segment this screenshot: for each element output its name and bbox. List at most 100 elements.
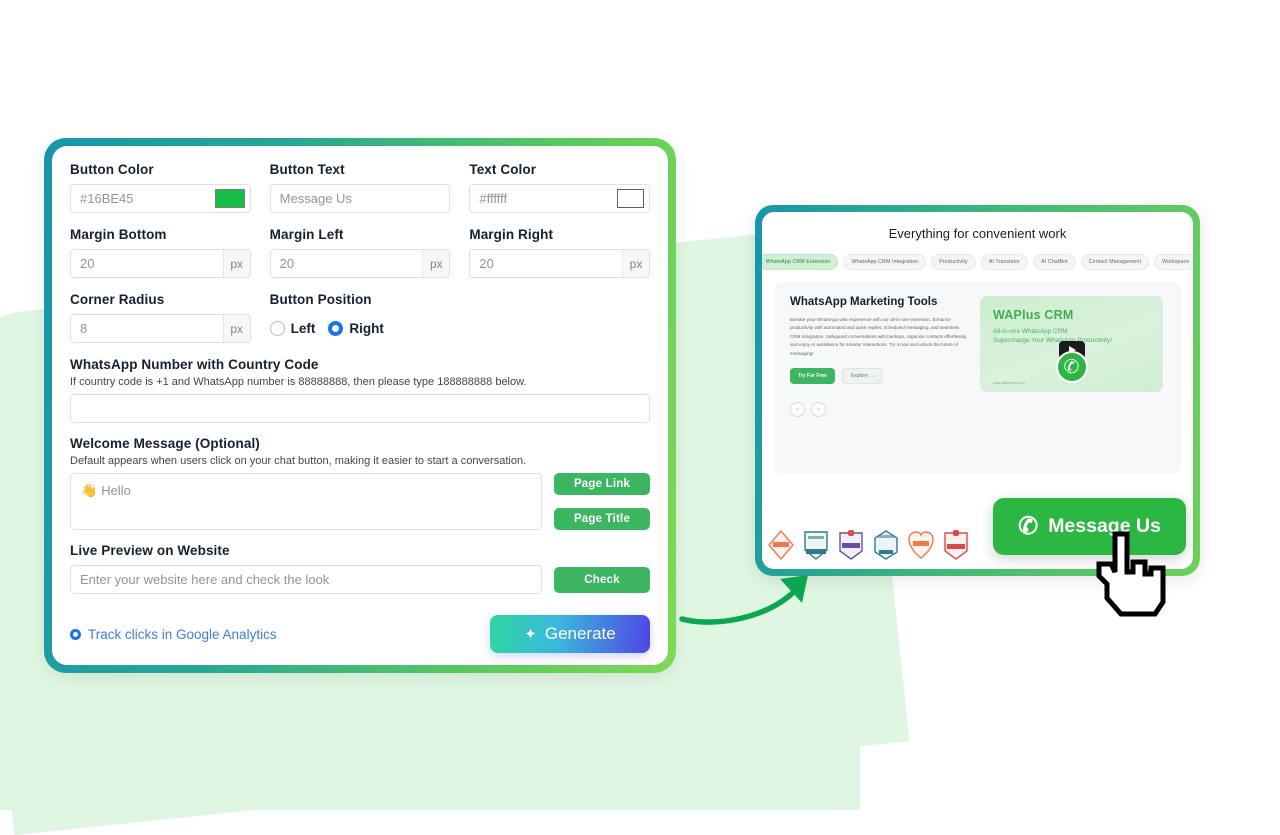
page-title-button[interactable]: Page Title [554,508,650,530]
high-performer-badge-icon [768,529,794,561]
margin-bottom-unit: px [222,250,250,277]
promo-footer-text: www.wapluscrm.com [993,381,1025,385]
whatsapp-icon: ✆ [1018,512,1039,540]
preview-carousel-controls: ‹ › [790,402,1165,417]
preview-hero-buttons: Try For Free Explore → [790,368,968,385]
button-text-input[interactable]: Message Us [269,184,451,213]
margin-right-value: 20 [479,256,494,271]
preview-tab-ai-translator[interactable]: AI Translator [980,254,1029,270]
welcome-message-hint: Default appears when users click on your… [70,455,527,467]
preview-tab-workspace[interactable]: Workspace [1154,254,1193,270]
welcome-message-textarea[interactable]: 👋 Hello [70,473,542,530]
text-color-label: Text Color [469,162,537,177]
preview-tab-whatsapp-crm-extension[interactable]: WhatsApp CRM Extension [762,254,839,270]
high-performer-fall-badge-icon [943,530,969,560]
preview-hero-heading: WhatsApp Marketing Tools [790,296,938,308]
button-position-label: Button Position [269,292,372,307]
field-margin-right: Margin Right 20 px [469,227,651,278]
welcome-message-row: 👋 Hello Page Link Page Title [70,473,650,530]
margin-bottom-value: 20 [80,256,95,271]
text-color-input[interactable]: #ffffff [469,184,651,213]
preview-hero-paragraph: Elevate your WhatsApp web experience wit… [790,317,968,356]
field-live-preview: Live Preview on Website Enter your websi… [70,543,650,594]
corner-radius-label: Corner Radius [70,292,165,307]
preview-award-badges [766,529,969,561]
config-row-colors: Button Color #16BE45 Button Text Message… [70,162,651,213]
sparkles-icon: ✦ [524,625,537,643]
config-row-radius-position: Corner Radius 8 px Button Position Left … [70,292,650,343]
margin-bottom-label: Margin Bottom [70,227,167,242]
field-corner-radius: Corner Radius 8 px [70,292,251,343]
check-button[interactable]: Check [554,566,650,593]
try-for-free-button[interactable]: Try For Free [790,368,835,385]
welcome-message-value: Hello [101,483,131,498]
button-text-placeholder: Message Us [279,191,352,206]
config-row-margins: Margin Bottom 20 px Margin Left 20 px Ma… [70,227,651,278]
preview-hero-inner: WhatsApp Marketing Tools Elevate your Wh… [790,296,1165,392]
whatsapp-number-hint: If country code is +1 and WhatsApp numbe… [70,376,527,388]
radio-option-left[interactable]: Left [269,321,316,336]
field-margin-bottom: Margin Bottom 20 px [70,227,251,278]
preview-promo-video-card[interactable]: WAPlus CRM All-in-one WhatsApp CRM Super… [980,296,1163,392]
explore-button[interactable]: Explore → [841,368,884,385]
button-color-input[interactable]: #16BE45 [70,184,251,213]
page-link-button[interactable]: Page Link [554,473,650,495]
promo-title: WAPlus CRM [993,308,1074,322]
corner-radius-input[interactable]: 8 px [70,314,251,343]
corner-radius-unit: px [222,315,250,342]
whatsapp-logo-icon: ✆ [1055,351,1088,383]
preview-tab-whatsapp-crm-integration[interactable]: WhatsApp CRM Integration [843,254,927,270]
margin-left-label: Margin Left [269,227,344,242]
config-row3-spacer [469,292,650,343]
whatsapp-number-input[interactable] [70,394,650,423]
radio-circle-left-icon [269,321,285,336]
pointing-hand-cursor [1087,528,1169,625]
welcome-message-side-buttons: Page Link Page Title [554,473,650,530]
top-performer-badge-icon [803,530,829,560]
preview-tab-contact-management[interactable]: Contact Management [1080,254,1150,270]
generate-button[interactable]: ✦ Generate [490,615,650,653]
color-swatch-white-icon[interactable] [617,189,645,208]
configurator-footer: Track clicks in Google Analytics ✦ Gener… [70,615,650,653]
button-color-label: Button Color [70,162,154,177]
welcome-message-label: Welcome Message (Optional) [70,436,260,451]
preview-tabs: WhatsApp CRM Extension WhatsApp CRM Inte… [762,254,1193,270]
whatsapp-number-label: WhatsApp Number with Country Code [70,357,319,372]
field-welcome-message: Welcome Message (Optional) Default appea… [70,436,650,530]
margin-right-unit: px [622,250,650,277]
preview-tab-ai-chatbot[interactable]: AI ChatBot [1033,254,1076,270]
button-color-value: #16BE45 [80,191,134,206]
track-clicks-radio-icon [70,628,81,640]
button-position-radio-group: Left Right [269,314,451,343]
field-button-position: Button Position Left Right [269,292,451,343]
generate-button-label: Generate [544,624,616,643]
preview-site-title: Everything for convenient work [888,226,1067,241]
best-est-roi-badge-icon [838,530,864,560]
radio-option-right[interactable]: Right [328,321,384,336]
margin-right-label: Margin Right [469,227,554,242]
margin-left-value: 20 [279,256,295,271]
track-clicks-label: Track clicks in Google Analytics [88,626,277,642]
margin-left-unit: px [422,250,450,277]
users-love-us-badge-icon [873,530,899,560]
margin-bottom-input[interactable]: 20 px [70,249,251,278]
field-button-color: Button Color #16BE45 [70,162,251,213]
preview-hero-text-column: WhatsApp Marketing Tools Elevate your Wh… [790,296,968,392]
margin-left-input[interactable]: 20 px [269,249,451,278]
preview-tab-productivity[interactable]: Productivity [931,254,976,270]
color-swatch-green-icon[interactable] [214,189,245,208]
text-color-value: #ffffff [479,191,508,206]
wave-emoji-icon: 👋 [81,483,98,498]
radio-label-left: Left [290,321,316,336]
track-clicks-option[interactable]: Track clicks in Google Analytics [70,627,277,642]
field-button-text: Button Text Message Us [269,162,451,213]
carousel-next-icon[interactable]: › [811,402,826,417]
configurator-body: Button Color #16BE45 Button Text Message… [52,146,668,665]
live-preview-label: Live Preview on Website [70,543,230,558]
live-preview-input[interactable]: Enter your website here and check the lo… [70,565,542,594]
button-text-label: Button Text [269,162,345,177]
preview-hero-section: WhatsApp Marketing Tools Elevate your Wh… [774,282,1181,474]
field-whatsapp-number: WhatsApp Number with Country Code If cou… [70,357,650,423]
carousel-prev-icon[interactable]: ‹ [790,402,805,417]
margin-right-input[interactable]: 20 px [469,249,651,278]
